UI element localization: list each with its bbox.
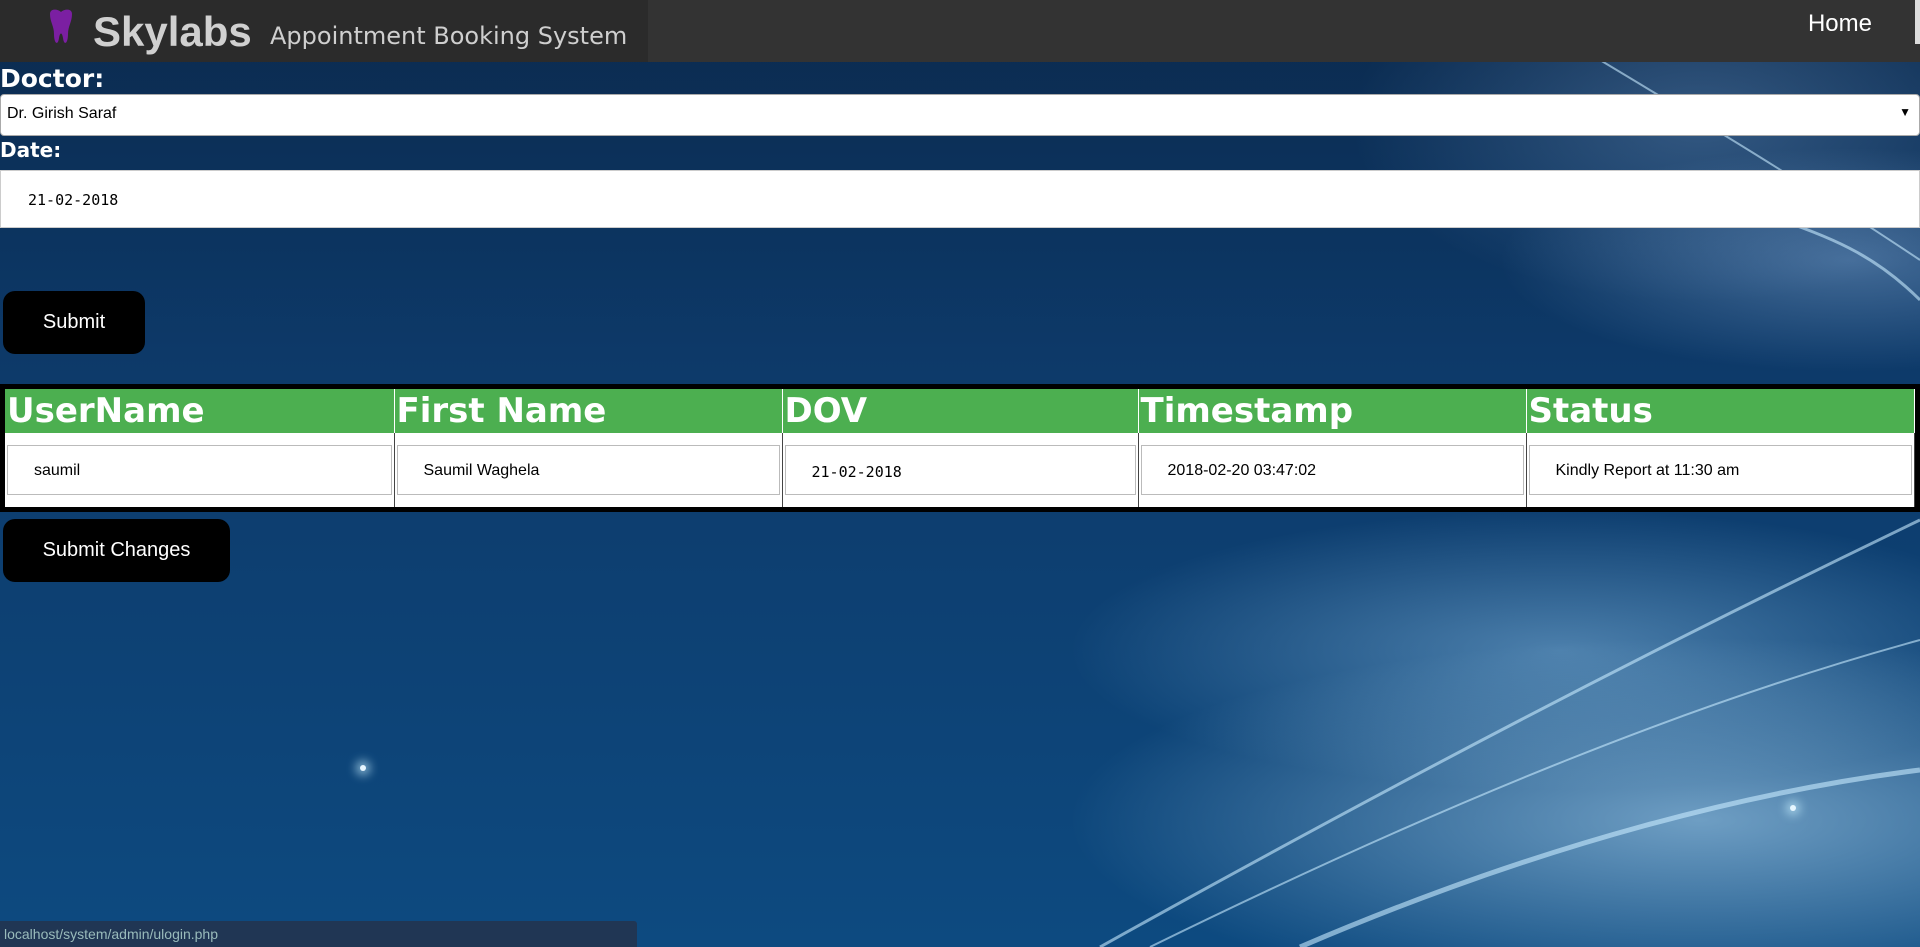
table-header-row: UserName First Name DOV Timestamp Status bbox=[5, 389, 1915, 433]
brand-subtitle: Appointment Booking System bbox=[270, 22, 628, 50]
first-name-field[interactable]: Saumil Waghela bbox=[396, 445, 780, 495]
column-header-timestamp: Timestamp bbox=[1138, 389, 1527, 433]
brand-name: Skylabs bbox=[93, 8, 252, 55]
column-header-first-name: First Name bbox=[394, 389, 783, 433]
column-header-username: UserName bbox=[5, 389, 395, 433]
column-header-dov: DOV bbox=[782, 389, 1139, 433]
submit-changes-button[interactable]: Submit Changes bbox=[3, 519, 230, 582]
star-decoration bbox=[1790, 805, 1796, 811]
table-row: saumil Saumil Waghela 21-02-2018 2018-02… bbox=[5, 433, 1915, 507]
dov-field[interactable]: 21-02-2018 bbox=[784, 445, 1136, 495]
doctor-select[interactable]: Dr. Girish Saraf ▼ bbox=[0, 94, 1920, 136]
username-field[interactable]: saumil bbox=[7, 445, 392, 495]
status-bar-url: localhost/system/admin/ulogin.php bbox=[0, 921, 637, 947]
submit-button[interactable]: Submit bbox=[3, 291, 145, 354]
doctor-label: Doctor: bbox=[0, 64, 105, 93]
home-link[interactable]: Home bbox=[1808, 10, 1872, 38]
scrollbar[interactable] bbox=[1915, 0, 1920, 44]
column-header-status: Status bbox=[1526, 389, 1915, 433]
timestamp-field[interactable]: 2018-02-20 03:47:02 bbox=[1140, 445, 1524, 495]
appointments-table: UserName First Name DOV Timestamp Status… bbox=[0, 384, 1920, 512]
date-label: Date: bbox=[0, 138, 62, 162]
dropdown-arrow-icon: ▼ bbox=[1899, 105, 1911, 119]
doctor-select-value: Dr. Girish Saraf bbox=[7, 105, 117, 122]
star-decoration bbox=[360, 765, 366, 771]
top-nav: Skylabs Appointment Booking System Home bbox=[0, 0, 1920, 62]
status-field[interactable]: Kindly Report at 11:30 am bbox=[1528, 445, 1912, 495]
date-input[interactable]: 21-02-2018 bbox=[0, 170, 1920, 228]
tooth-icon bbox=[50, 9, 72, 43]
brand-area: Skylabs Appointment Booking System bbox=[0, 0, 648, 62]
